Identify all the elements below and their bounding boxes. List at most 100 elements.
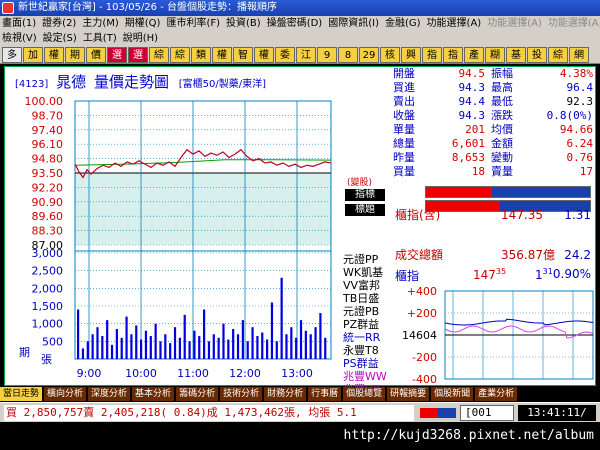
menu-item-0[interactable]: 畫面(1) bbox=[2, 16, 36, 31]
volume-tick-label: 1,500 bbox=[32, 300, 64, 313]
quote-label: 賣出 bbox=[393, 95, 415, 108]
tab-4[interactable]: 籌碼分析 bbox=[176, 387, 219, 401]
toolbar-button-19[interactable]: 興 bbox=[401, 47, 421, 63]
toolbar-button-14[interactable]: 江 bbox=[296, 47, 316, 63]
menu-item-2[interactable]: 工具(T) bbox=[83, 31, 117, 46]
tab-0[interactable]: 當日走勢 bbox=[0, 387, 43, 401]
quote-value: 94.66 bbox=[559, 123, 593, 136]
toolbar-button-15[interactable]: 9 bbox=[317, 47, 337, 63]
volume-bar bbox=[222, 323, 225, 359]
volume-bar bbox=[101, 336, 104, 359]
toolbar-button-1[interactable]: 加 bbox=[23, 47, 43, 63]
broker-item[interactable]: VV富邦 bbox=[343, 279, 389, 292]
broker-item[interactable]: 元證PB bbox=[343, 305, 389, 318]
toolbar-button-9[interactable]: 類 bbox=[191, 47, 211, 63]
broker-item[interactable]: 元證PP bbox=[343, 253, 389, 266]
tab-9[interactable]: 研報摘要 bbox=[387, 387, 430, 401]
tab-2[interactable]: 深度分析 bbox=[88, 387, 131, 401]
toolbar-button-13[interactable]: 委 bbox=[275, 47, 295, 63]
toolbar-button-8[interactable]: 綜 bbox=[170, 47, 190, 63]
volume-bar bbox=[149, 336, 152, 359]
tab-8[interactable]: 個股總覽 bbox=[343, 387, 386, 401]
turnover-label: 成交總額 bbox=[395, 248, 444, 262]
menu-item-11[interactable]: 功能選擇(A) bbox=[548, 16, 600, 31]
toolbar-button-20[interactable]: 指 bbox=[422, 47, 442, 63]
toolbar-button-26[interactable]: 綜 bbox=[548, 47, 568, 63]
broker-item[interactable]: 永豐T8 bbox=[343, 344, 389, 357]
volume-bar bbox=[266, 339, 269, 359]
indicator-header[interactable]: 指標 bbox=[345, 189, 385, 201]
tab-5[interactable]: 技術分析 bbox=[220, 387, 263, 401]
broker-item[interactable]: 兆豐WW bbox=[343, 370, 389, 383]
toolbar-button-23[interactable]: 糊 bbox=[485, 47, 505, 63]
menu-item-1[interactable]: 證券(2) bbox=[42, 16, 76, 31]
toolbar-button-16[interactable]: 8 bbox=[338, 47, 358, 63]
trend-indicator bbox=[420, 408, 456, 418]
toolbar-button-18[interactable]: 核 bbox=[380, 47, 400, 63]
tab-7[interactable]: 行事曆 bbox=[308, 387, 342, 401]
quote-row: 總量 6,601 金額 6.24 bbox=[389, 137, 597, 151]
toolbar-button-4[interactable]: 價 bbox=[86, 47, 106, 63]
broker-item[interactable]: TB日盛 bbox=[343, 292, 389, 305]
toolbar-button-22[interactable]: 產 bbox=[464, 47, 484, 63]
volume-bar bbox=[207, 341, 211, 359]
tab-6[interactable]: 財務分析 bbox=[264, 387, 307, 401]
toolbar-button-7[interactable]: 綜 bbox=[149, 47, 169, 63]
mini-tick-label: +400 bbox=[407, 285, 437, 298]
menu-item-1[interactable]: 設定(S) bbox=[43, 31, 77, 46]
tab-11[interactable]: 產業分析 bbox=[475, 387, 518, 401]
menu-item-6[interactable]: 操盤密碼(D) bbox=[267, 16, 323, 31]
toolbar-button-27[interactable]: 網 bbox=[569, 47, 589, 63]
broker-item[interactable]: 統一RR bbox=[343, 331, 389, 344]
volume-bar bbox=[285, 334, 288, 359]
toolbar-button-0[interactable]: 多 bbox=[2, 47, 22, 63]
toolbar-button-5[interactable]: 選 bbox=[107, 47, 127, 63]
tab-3[interactable]: 基本分析 bbox=[132, 387, 175, 401]
quote-label: 總量 bbox=[393, 137, 415, 150]
toolbar-button-10[interactable]: 權 bbox=[212, 47, 232, 63]
menu-item-8[interactable]: 金融(G) bbox=[385, 16, 421, 31]
menu-item-3[interactable]: 期權(Q) bbox=[125, 16, 161, 31]
tab-10[interactable]: 個股新聞 bbox=[431, 387, 474, 401]
menu-item-9[interactable]: 功能選擇(A) bbox=[427, 16, 482, 31]
toolbar-button-24[interactable]: 基 bbox=[506, 47, 526, 63]
volume-tick-label: 2,000 bbox=[32, 282, 64, 295]
trend-indicator-up bbox=[420, 408, 438, 418]
stock-code-input[interactable]: [001 bbox=[460, 405, 514, 421]
quote-value: 17 bbox=[579, 165, 593, 178]
volume-bar bbox=[270, 302, 274, 359]
quote-label: 均價 bbox=[491, 123, 513, 136]
index-mini-chart[interactable]: +400 +200 14604 -200 -400 bbox=[393, 285, 597, 385]
quote-label: 收盤 bbox=[393, 109, 415, 122]
volume-bar bbox=[144, 330, 148, 359]
volume-bar bbox=[256, 336, 259, 359]
tab-1[interactable]: 橫向分析 bbox=[44, 387, 87, 401]
toolbar-button-21[interactable]: 指 bbox=[443, 47, 463, 63]
menu-item-10[interactable]: 功能選擇(A) bbox=[487, 16, 542, 31]
up-marker: (變股) bbox=[347, 178, 373, 188]
app-icon bbox=[2, 2, 14, 14]
title-header[interactable]: 標題 bbox=[345, 204, 385, 216]
price-volume-chart[interactable]: 100.0098.70 97.4096.10 94.8093.5092.20 90.9… bbox=[9, 97, 389, 387]
menu-item-5[interactable]: 投資(B) bbox=[226, 16, 261, 31]
menu-item-2[interactable]: 主力(M) bbox=[82, 16, 118, 31]
menu-item-0[interactable]: 檢視(V) bbox=[2, 31, 37, 46]
toolbar-button-3[interactable]: 期 bbox=[65, 47, 85, 63]
toolbar-button-17[interactable]: 29 bbox=[359, 47, 379, 63]
menu-item-4[interactable]: 匯市利率(F) bbox=[166, 16, 220, 31]
menu-item-7[interactable]: 國際資訊(I) bbox=[328, 16, 379, 31]
index-label: 櫃指(含) bbox=[395, 208, 441, 222]
toolbar-button-25[interactable]: 投 bbox=[527, 47, 547, 63]
market-ticker: 買 2,850,757賣 2,405,218( 0.84)成 1,473,462… bbox=[4, 405, 414, 421]
broker-item[interactable]: WK凱基 bbox=[343, 266, 389, 279]
toolbar-button-6[interactable]: 選 bbox=[128, 47, 148, 63]
quote-value: 4.38% bbox=[559, 67, 593, 80]
toolbar-button-12[interactable]: 權 bbox=[254, 47, 274, 63]
broker-item[interactable]: PZ群益 bbox=[343, 318, 389, 331]
broker-item[interactable]: PS群益 bbox=[343, 357, 389, 370]
toolbar-button-11[interactable]: 智 bbox=[233, 47, 253, 63]
toolbar-button-2[interactable]: 權 bbox=[44, 47, 64, 63]
quote-row: 單量 201 均價 94.66 bbox=[389, 123, 597, 137]
quote-label: 變動 bbox=[491, 151, 513, 164]
menu-item-3[interactable]: 說明(H) bbox=[123, 31, 158, 46]
